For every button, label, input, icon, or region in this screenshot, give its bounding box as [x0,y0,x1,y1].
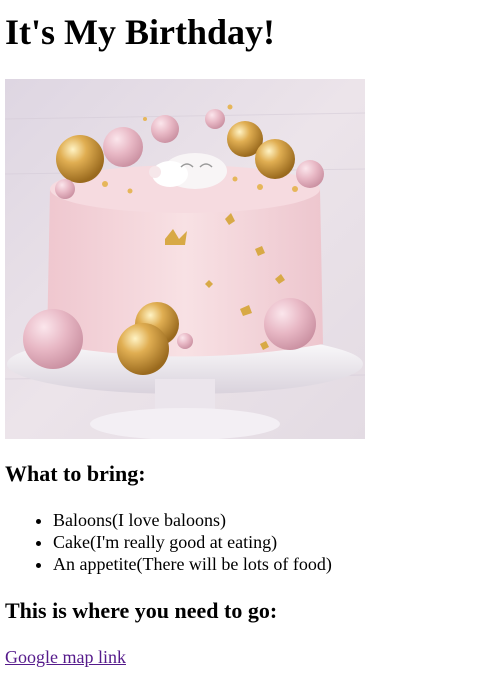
what-to-bring-heading: What to bring: [5,461,146,486]
list-item: Cake(I'm really good at eating) [53,531,332,553]
where-to-go-heading: This is where you need to go: [5,598,278,623]
birthday-cake-image [5,79,365,439]
page-title: It's My Birthday! [5,12,275,52]
google-map-link[interactable]: Google map link [5,646,126,668]
bring-list: Baloons(I love baloons) Cake(I'm really … [5,509,332,575]
list-item: An appetite(There will be lots of food) [53,553,332,575]
list-item: Baloons(I love baloons) [53,509,332,531]
